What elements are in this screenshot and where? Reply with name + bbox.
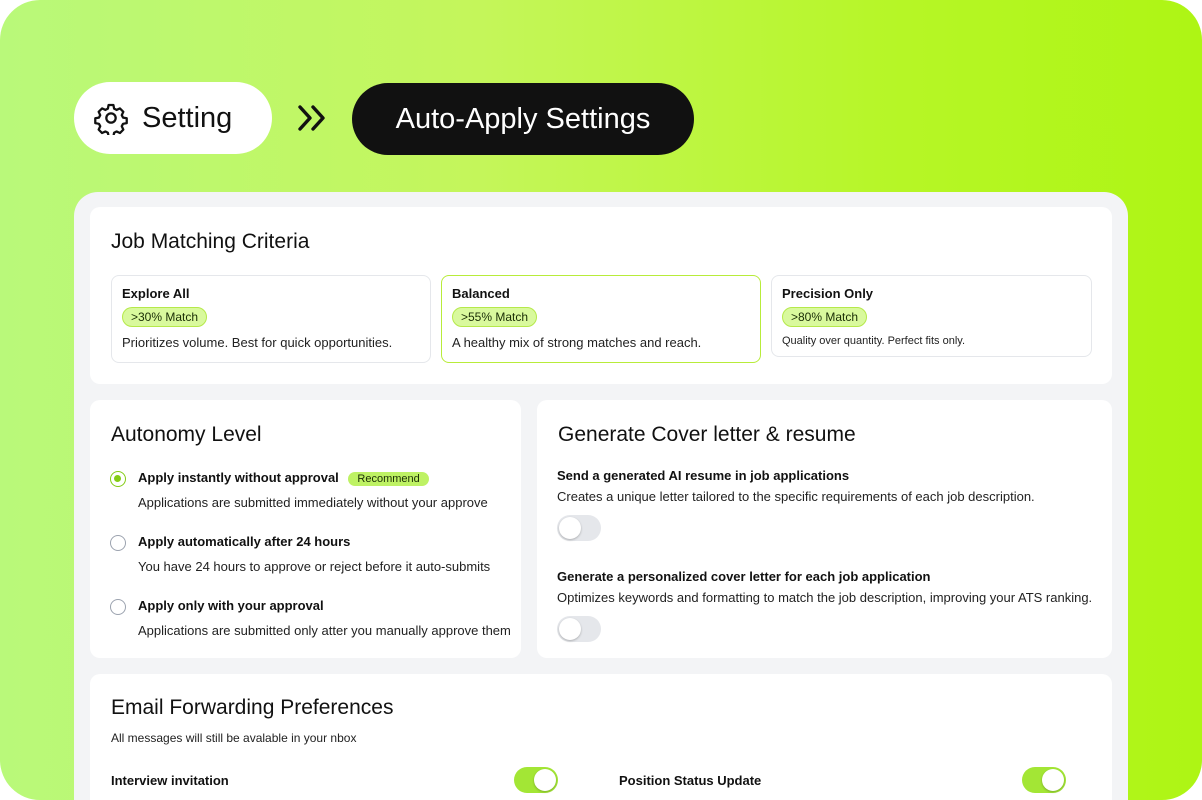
option-title: Explore All [122,286,190,301]
cover-letter-card: Generate Cover letter & resume Send a ge… [537,400,1112,658]
email-forwarding-card: Email Forwarding Preferences All message… [90,674,1112,800]
radio-button-selected[interactable] [110,471,126,487]
position-status-label: Position Status Update [619,773,762,788]
radio-label: Apply instantly without approval [138,470,339,485]
recommend-badge: Recommend [348,472,429,486]
email-forwarding-title: Email Forwarding Preferences [111,696,394,719]
option-precision-only[interactable]: Precision Only >80% Match Quality over q… [771,275,1092,357]
job-matching-card: Job Matching Criteria Explore All >30% M… [90,207,1112,384]
radio-label: Apply only with your approval [138,598,324,613]
radio-button[interactable] [110,535,126,551]
cover-letter-item-title: Generate a personalized cover letter for… [557,569,931,584]
option-title: Balanced [452,286,510,301]
option-description: Quality over quantity. Perfect fits only… [782,335,966,347]
radio-description: Applications are submitted only atter yo… [138,623,511,638]
toggle-knob [559,618,581,640]
gear-icon [94,103,128,135]
job-matching-title: Job Matching Criteria [111,230,310,253]
radio-description: You have 24 hours to approve or reject b… [138,559,491,574]
toggle-knob [1042,769,1064,791]
interview-invitation-label: Interview invitation [111,773,229,788]
match-badge: >30% Match [122,307,208,327]
breadcrumb-current: Auto-Apply Settings [352,83,694,155]
position-status-toggle[interactable] [1022,767,1066,793]
radio-description: Applications are submitted immediately w… [138,495,488,510]
option-balanced[interactable]: Balanced >55% Match A healthy mix of str… [441,275,761,363]
double-chevron-right-icon [298,105,325,131]
autonomy-card: Autonomy Level Apply instantly without a… [90,400,521,658]
ai-resume-description: Creates a unique letter tailored to the … [557,489,1035,504]
breadcrumb-setting-label: Setting [142,101,233,134]
page-title: Auto-Apply Settings [395,102,651,135]
radio-button[interactable] [110,599,126,615]
cover-letter-item-description: Optimizes keywords and formatting to mat… [557,590,1093,605]
interview-invitation-toggle[interactable] [514,767,558,793]
ai-resume-title: Send a generated AI resume in job applic… [557,468,850,483]
toggle-knob [534,769,556,791]
option-description: A healthy mix of strong matches and reac… [452,335,702,350]
breadcrumb-setting[interactable]: Setting [74,82,272,154]
match-badge: >80% Match [782,307,868,327]
cover-letter-title: Generate Cover letter & resume [558,423,856,446]
ai-resume-toggle[interactable] [557,515,601,541]
toggle-knob [559,517,581,539]
cover-letter-toggle[interactable] [557,616,601,642]
email-forwarding-subtitle: All messages will still be avalable in y… [111,731,357,745]
autonomy-title: Autonomy Level [111,423,262,446]
app-background: Setting Auto-Apply Settings Job Matching… [0,0,1202,800]
option-explore-all[interactable]: Explore All >30% Match Prioritizes volum… [111,275,431,363]
option-description: Prioritizes volume. Best for quick oppor… [122,335,393,350]
match-badge: >55% Match [452,307,538,327]
option-title: Precision Only [782,286,874,301]
radio-label: Apply automatically after 24 hours [138,534,351,549]
radio-label-wrap: Apply instantly without approval Recomme… [138,470,429,486]
